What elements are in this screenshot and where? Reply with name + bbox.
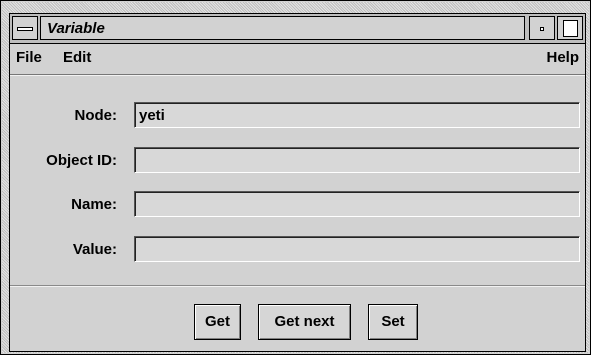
menu-help[interactable]: Help — [546, 49, 579, 66]
object-id-row: Object ID: — [10, 147, 585, 175]
maximize-button[interactable] — [557, 16, 583, 40]
name-label: Name: — [71, 196, 117, 213]
variable-form: Node: Object ID: Name: Value: — [10, 76, 585, 284]
title-bar[interactable]: Variable — [10, 14, 585, 44]
value-row: Value: — [10, 236, 585, 264]
object-id-field[interactable] — [134, 147, 580, 173]
title-area[interactable]: Variable — [40, 16, 525, 40]
object-id-label: Object ID: — [46, 152, 117, 169]
value-field[interactable] — [134, 236, 580, 262]
name-field[interactable] — [134, 191, 580, 217]
window-content: Variable File Edit Help Node: Object ID: — [9, 13, 586, 352]
menu-edit[interactable]: Edit — [63, 49, 91, 66]
get-button[interactable]: Get — [194, 304, 241, 340]
window-title: Variable — [47, 20, 105, 37]
value-label: Value: — [72, 241, 117, 258]
name-row: Name: — [10, 191, 585, 219]
menu-file[interactable]: File — [16, 49, 42, 66]
maximize-icon — [563, 20, 578, 37]
variable-window: Variable File Edit Help Node: Object ID: — [0, 0, 591, 355]
menu-bar: File Edit Help — [10, 44, 585, 75]
node-row: Node: — [10, 102, 585, 130]
minimize-icon — [540, 27, 544, 31]
window-menu-icon — [17, 27, 33, 31]
minimize-button[interactable] — [529, 16, 555, 40]
get-next-button[interactable]: Get next — [258, 304, 351, 340]
button-separator — [10, 285, 585, 287]
button-bar: Get Get next Set — [10, 304, 585, 344]
node-label: Node: — [74, 107, 118, 124]
window-menu-button[interactable] — [12, 16, 38, 40]
node-field[interactable] — [134, 102, 580, 128]
set-button[interactable]: Set — [368, 304, 418, 340]
